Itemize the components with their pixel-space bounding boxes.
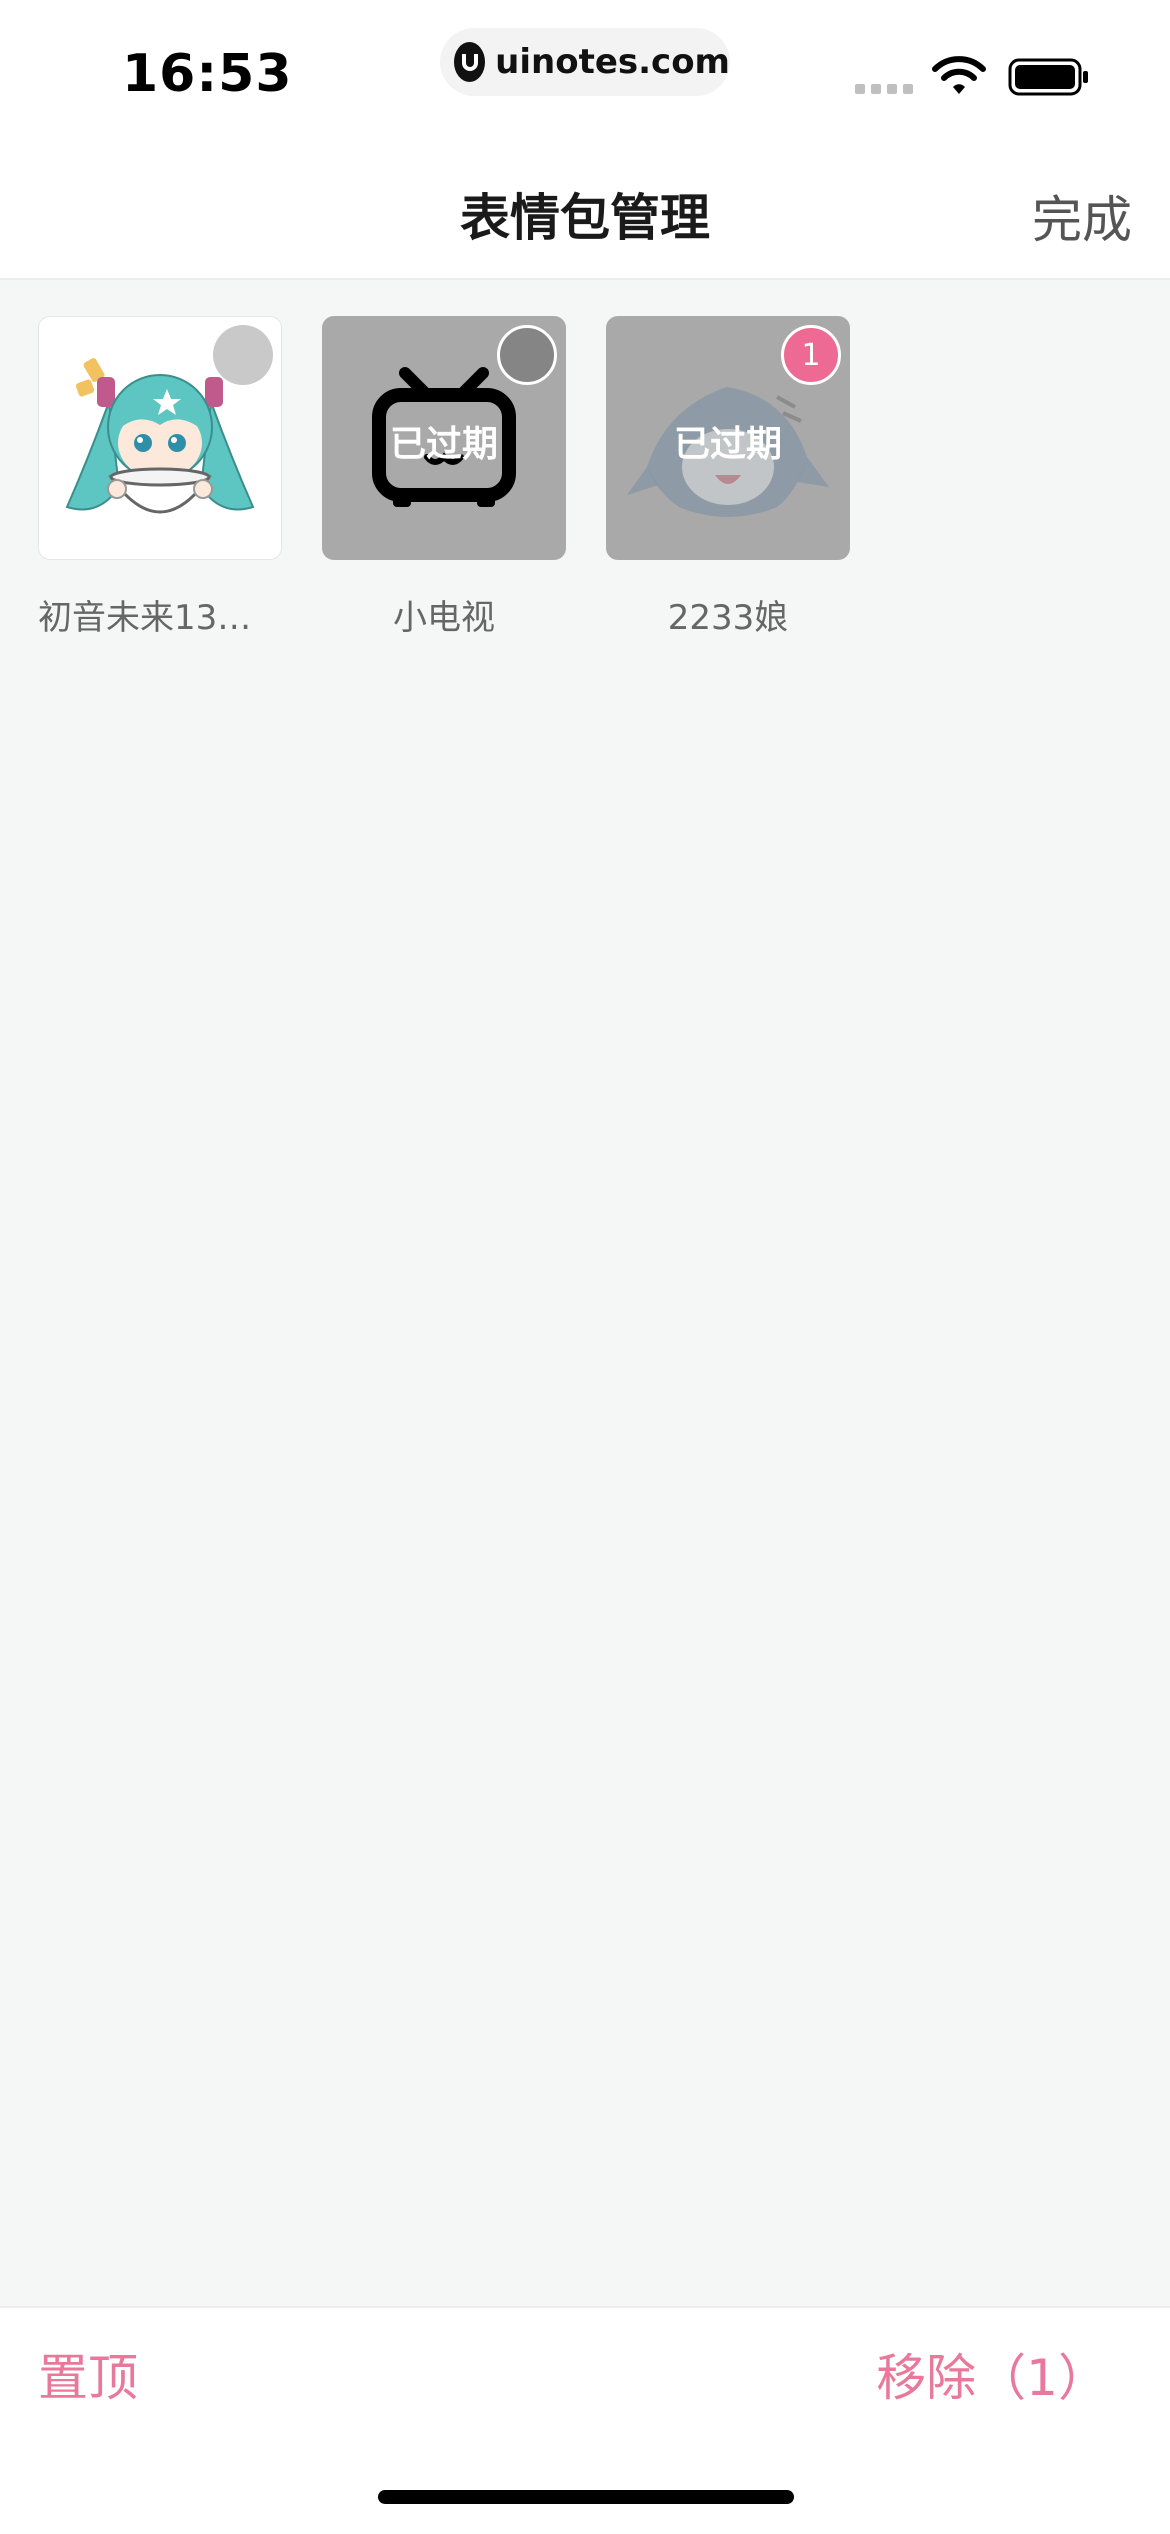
pin-to-top-button[interactable]: 置顶 [38, 2338, 138, 2410]
home-indicator[interactable] [378, 2490, 794, 2504]
url-pill[interactable]: uinotes.com [440, 28, 730, 96]
sticker-tile[interactable] [38, 316, 282, 560]
cellular-signal-icon [855, 84, 913, 94]
bottom-action-bar: 置顶 移除（1） [0, 2306, 1170, 2534]
nav-bar: 表情包管理 完成 [0, 140, 1170, 280]
sticker-item[interactable]: 已过期 小电视 [322, 316, 566, 639]
status-bar: 16:53 uinotes.com [0, 0, 1170, 140]
sticker-name: 初音未来13… [38, 598, 252, 638]
sticker-item[interactable]: 已过期 1 2233娘 [606, 316, 850, 639]
done-button[interactable]: 完成 [1032, 180, 1132, 252]
wifi-icon [932, 56, 986, 94]
url-text: uinotes.com [495, 42, 730, 82]
sticker-name: 2233娘 [667, 598, 789, 638]
page-title: 表情包管理 [460, 189, 710, 247]
status-time: 16:53 [122, 44, 293, 104]
selected-badge[interactable]: 1 [781, 325, 841, 385]
sticker-tile[interactable]: 已过期 [322, 316, 566, 560]
sticker-name: 小电视 [393, 598, 495, 638]
expired-label: 已过期 [389, 424, 498, 465]
sticker-tile[interactable]: 已过期 1 [606, 316, 850, 560]
sticker-grid: 初音未来13… 已过期 小电视 已过期 1 2233娘 [0, 280, 1170, 2306]
select-circle[interactable] [213, 325, 273, 385]
select-circle[interactable] [497, 325, 557, 385]
battery-icon [1008, 58, 1088, 96]
sticker-item[interactable]: 初音未来13… [38, 316, 282, 639]
expired-label: 已过期 [673, 424, 782, 465]
remove-button[interactable]: 移除（1） [876, 2338, 1108, 2410]
site-logo-icon [454, 42, 486, 82]
